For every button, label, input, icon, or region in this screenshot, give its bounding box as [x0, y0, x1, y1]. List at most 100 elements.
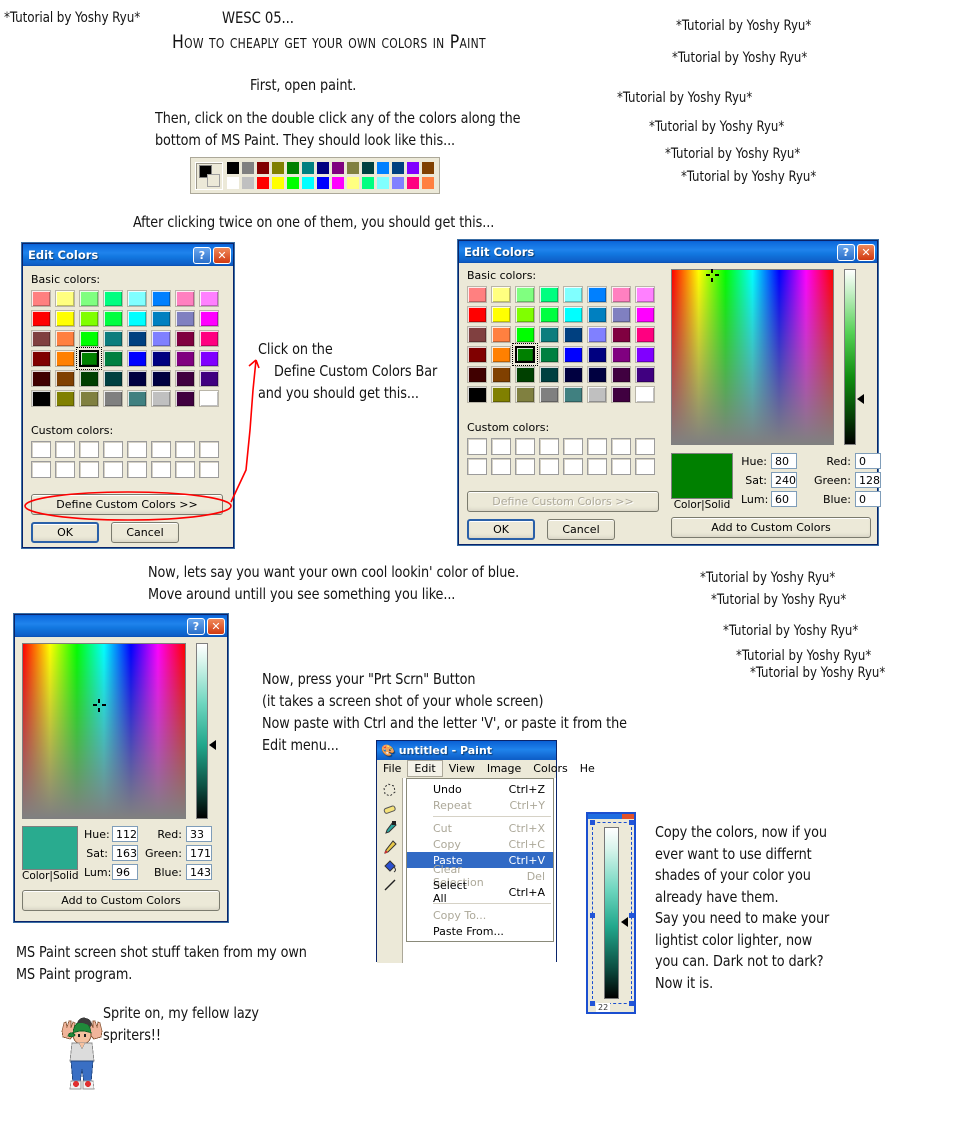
palette-swatch[interactable]	[241, 176, 255, 190]
palette-swatch[interactable]	[421, 161, 435, 175]
basic-color-swatch[interactable]	[635, 346, 655, 363]
dialog-title-bar[interactable]: Edit Colors ? ✕	[23, 244, 233, 266]
lum-value-cropped[interactable]: 96	[112, 864, 138, 880]
basic-color-swatch[interactable]	[635, 386, 655, 403]
green-value[interactable]: 128	[855, 472, 881, 488]
color-picker-icon[interactable]	[382, 820, 398, 836]
custom-color-slot[interactable]	[539, 458, 559, 475]
palette-swatch[interactable]	[301, 176, 315, 190]
sat-value-cropped[interactable]: 163	[112, 845, 138, 861]
basic-color-swatch[interactable]	[515, 326, 535, 343]
palette-swatch[interactable]	[271, 176, 285, 190]
basic-color-swatch[interactable]	[55, 350, 75, 367]
close-icon[interactable]: ✕	[857, 243, 875, 261]
basic-color-swatch[interactable]	[76, 347, 102, 370]
marquee-handle[interactable]	[590, 820, 595, 825]
basic-color-swatch[interactable]	[467, 386, 487, 403]
custom-color-slot[interactable]	[611, 458, 631, 475]
paint-menu-bar[interactable]: File Edit View Image Colors He	[377, 760, 595, 778]
palette-swatch[interactable]	[241, 161, 255, 175]
custom-color-slot[interactable]	[199, 441, 219, 458]
basic-color-swatch[interactable]	[55, 390, 75, 407]
basic-color-swatch[interactable]	[635, 286, 655, 303]
basic-color-swatch[interactable]	[491, 346, 511, 363]
edit-colors-dialog-collapsed[interactable]: Edit Colors ? ✕ Basic colors: Custom col…	[22, 243, 234, 548]
basic-color-swatch[interactable]	[103, 290, 123, 307]
basic-color-swatch[interactable]	[151, 290, 171, 307]
palette-swatch[interactable]	[391, 176, 405, 190]
basic-color-swatch[interactable]	[199, 290, 219, 307]
dialog-title-bar-expanded[interactable]: Edit Colors ? ✕	[459, 241, 877, 263]
custom-color-slot[interactable]	[151, 441, 171, 458]
hue-value[interactable]: 80	[771, 453, 797, 469]
basic-color-swatch[interactable]	[611, 346, 631, 363]
dialog-title-bar-cropped[interactable]: ? ✕	[15, 615, 227, 637]
basic-color-swatch[interactable]	[151, 390, 171, 407]
background-color-swatch[interactable]	[207, 173, 220, 187]
paint-tool-palette[interactable]	[377, 778, 403, 963]
basic-color-swatch[interactable]	[467, 306, 487, 323]
custom-color-slot[interactable]	[491, 438, 511, 455]
palette-swatch[interactable]	[361, 161, 375, 175]
basic-color-swatch[interactable]	[127, 390, 147, 407]
basic-color-swatch[interactable]	[199, 330, 219, 347]
paint-menu-file[interactable]: File	[377, 761, 407, 776]
menu-item-undo[interactable]: Undo Ctrl+Z	[407, 781, 553, 797]
pencil-icon[interactable]	[382, 839, 398, 855]
paint-menu-edit[interactable]: Edit	[407, 760, 443, 777]
basic-color-swatch[interactable]	[587, 326, 607, 343]
help-icon[interactable]: ?	[837, 243, 855, 261]
basic-color-swatch[interactable]	[79, 310, 99, 327]
basic-color-swatch[interactable]	[539, 286, 559, 303]
custom-color-slot[interactable]	[175, 461, 195, 478]
basic-color-swatch[interactable]	[55, 370, 75, 387]
basic-color-swatch[interactable]	[563, 366, 583, 383]
paint-menu-image[interactable]: Image	[481, 761, 527, 776]
basic-colors-grid[interactable]	[31, 290, 225, 407]
palette-swatch[interactable]	[421, 176, 435, 190]
custom-color-slot[interactable]	[587, 458, 607, 475]
palette-swatch[interactable]	[256, 176, 270, 190]
free-form-select-icon[interactable]	[382, 782, 398, 798]
palette-swatch[interactable]	[376, 176, 390, 190]
basic-color-swatch[interactable]	[103, 310, 123, 327]
basic-color-swatch[interactable]	[515, 306, 535, 323]
marquee-handle[interactable]	[590, 1001, 595, 1006]
basic-color-swatch[interactable]	[491, 326, 511, 343]
basic-color-swatch[interactable]	[515, 286, 535, 303]
custom-color-slot[interactable]	[31, 461, 51, 478]
paint-menu-he[interactable]: He	[574, 761, 601, 776]
custom-color-slot[interactable]	[467, 438, 487, 455]
color-gradient-field-cropped[interactable]	[22, 643, 186, 819]
green-value-cropped[interactable]: 171	[186, 845, 212, 861]
basic-color-swatch[interactable]	[199, 310, 219, 327]
palette-swatch[interactable]	[391, 161, 405, 175]
red-value-cropped[interactable]: 33	[186, 826, 212, 842]
basic-color-swatch[interactable]	[539, 346, 559, 363]
basic-color-swatch[interactable]	[563, 326, 583, 343]
basic-colors-grid-expanded[interactable]	[467, 286, 659, 403]
basic-color-swatch[interactable]	[31, 390, 51, 407]
close-icon[interactable]: ✕	[207, 617, 225, 635]
custom-color-slot[interactable]	[103, 461, 123, 478]
custom-color-slot[interactable]	[611, 438, 631, 455]
custom-color-slot[interactable]	[55, 461, 75, 478]
palette-swatch[interactable]	[286, 161, 300, 175]
custom-color-slot[interactable]	[467, 458, 487, 475]
basic-color-swatch[interactable]	[539, 326, 559, 343]
custom-color-slot[interactable]	[103, 441, 123, 458]
luminance-arrow-icon[interactable]	[857, 394, 864, 405]
basic-color-swatch[interactable]	[611, 326, 631, 343]
basic-color-swatch[interactable]	[55, 290, 75, 307]
custom-colors-grid[interactable]	[31, 441, 225, 478]
basic-color-swatch[interactable]	[467, 326, 487, 343]
custom-color-slot[interactable]	[151, 461, 171, 478]
hue-value-cropped[interactable]: 112	[112, 826, 138, 842]
custom-color-slot[interactable]	[175, 441, 195, 458]
basic-color-swatch[interactable]	[175, 350, 195, 367]
palette-swatch[interactable]	[406, 176, 420, 190]
basic-color-swatch[interactable]	[127, 330, 147, 347]
close-icon[interactable]: ✕	[213, 246, 231, 264]
menu-item-paste-from[interactable]: Paste From...	[407, 923, 553, 939]
basic-color-swatch[interactable]	[151, 350, 171, 367]
